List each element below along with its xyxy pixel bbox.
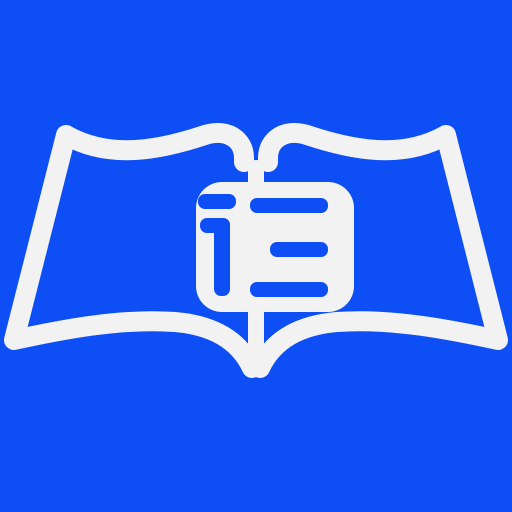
open-book-logo-icon [0,0,512,512]
app-icon [0,0,512,512]
